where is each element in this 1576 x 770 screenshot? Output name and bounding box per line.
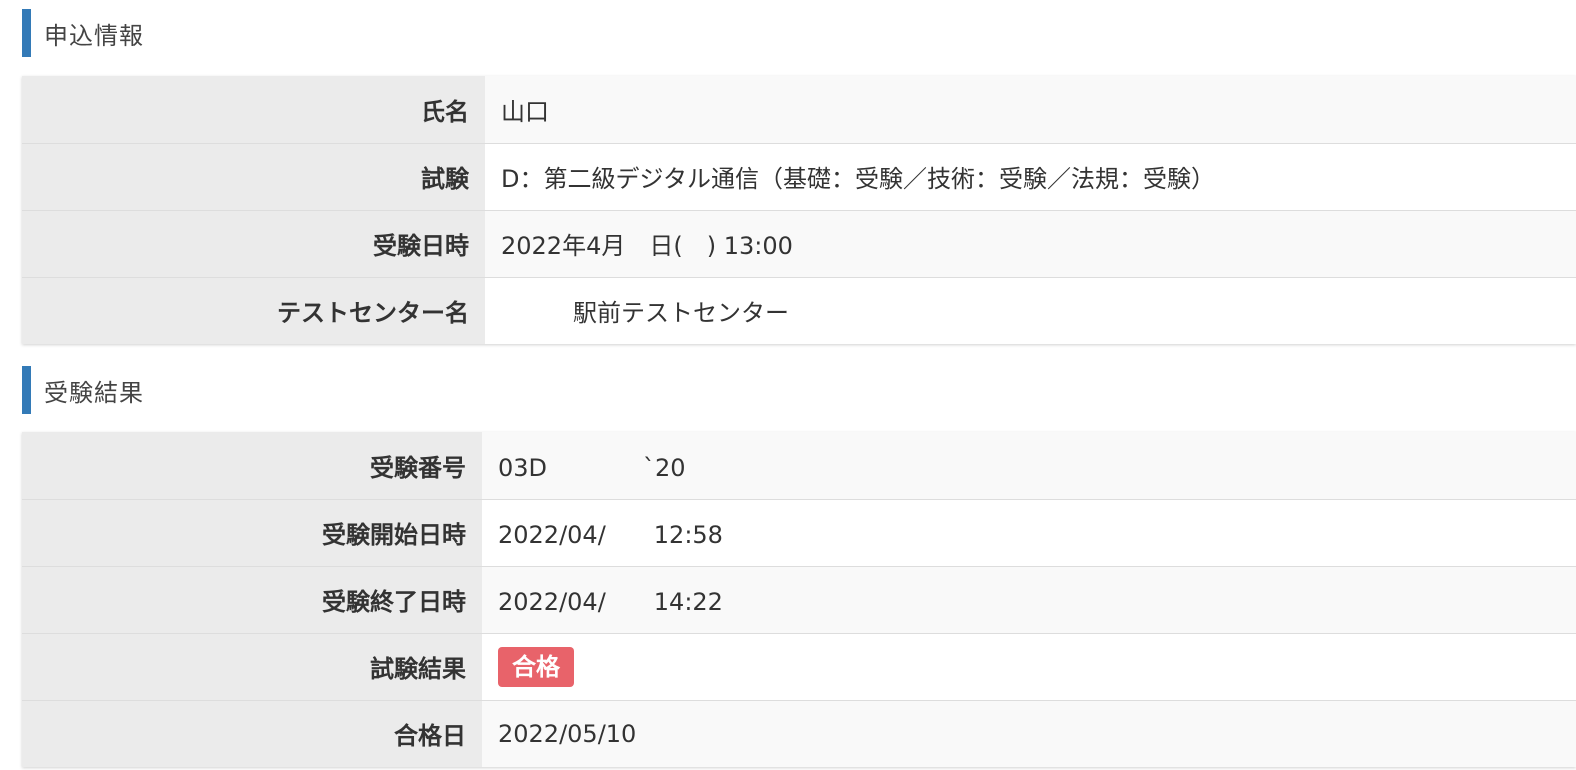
row-value-name: 山口 <box>485 76 1576 143</box>
table-row: 受験日時 2022年4月 日( ) 13:00 <box>22 209 1576 277</box>
row-value-exam-datetime: 2022年4月 日( ) 13:00 <box>485 209 1576 277</box>
row-label-name: 氏名 <box>22 76 485 143</box>
row-value-test-center: 駅前テストセンター <box>485 276 1576 344</box>
table-row: 受験開始日時 2022/04/ 12:58 <box>22 498 1576 566</box>
row-label-test-center: テストセンター名 <box>22 276 485 344</box>
row-label-exam-datetime: 受験日時 <box>22 209 485 277</box>
pass-status-badge: 合格 <box>498 646 574 687</box>
row-label-pass-date: 合格日 <box>22 699 482 767</box>
row-label-exam-result: 試験結果 <box>22 632 482 700</box>
application-info-table: 氏名 山口 試験 D：第二級デジタル通信（基礎：受験／技術：受験／法規：受験） … <box>22 76 1576 344</box>
section-title: 受験結果 <box>44 378 144 407</box>
row-label-start-datetime: 受験開始日時 <box>22 498 482 566</box>
row-label-exam-number: 受験番号 <box>22 432 482 499</box>
table-row: 氏名 山口 <box>22 76 1576 143</box>
section-title: 申込情報 <box>44 21 144 50</box>
row-value-start-datetime: 2022/04/ 12:58 <box>482 498 1576 566</box>
table-row: 合格日 2022/05/10 <box>22 699 1576 767</box>
results-info-table: 受験番号 03D `20 受験開始日時 2022/04/ 12:58 受験終了日… <box>22 432 1576 767</box>
table-row: テストセンター名 駅前テストセンター <box>22 276 1576 344</box>
table-row: 受験番号 03D `20 <box>22 432 1576 499</box>
row-value-exam-number: 03D `20 <box>482 432 1576 499</box>
row-label-end-datetime: 受験終了日時 <box>22 565 482 633</box>
row-value-exam: D：第二級デジタル通信（基礎：受験／技術：受験／法規：受験） <box>485 142 1576 210</box>
row-value-end-datetime: 2022/04/ 14:22 <box>482 565 1576 633</box>
table-row: 試験 D：第二級デジタル通信（基礎：受験／技術：受験／法規：受験） <box>22 142 1576 210</box>
row-value-exam-result: 合格 <box>482 632 1576 700</box>
heading-accent-bar <box>22 9 31 57</box>
row-label-exam: 試験 <box>22 142 485 210</box>
table-row: 試験結果 合格 <box>22 632 1576 700</box>
section-heading-application: 申込情報 <box>22 9 144 57</box>
heading-accent-bar <box>22 366 31 414</box>
section-heading-results: 受験結果 <box>22 366 144 414</box>
table-row: 受験終了日時 2022/04/ 14:22 <box>22 565 1576 633</box>
row-value-pass-date: 2022/05/10 <box>482 699 1576 767</box>
